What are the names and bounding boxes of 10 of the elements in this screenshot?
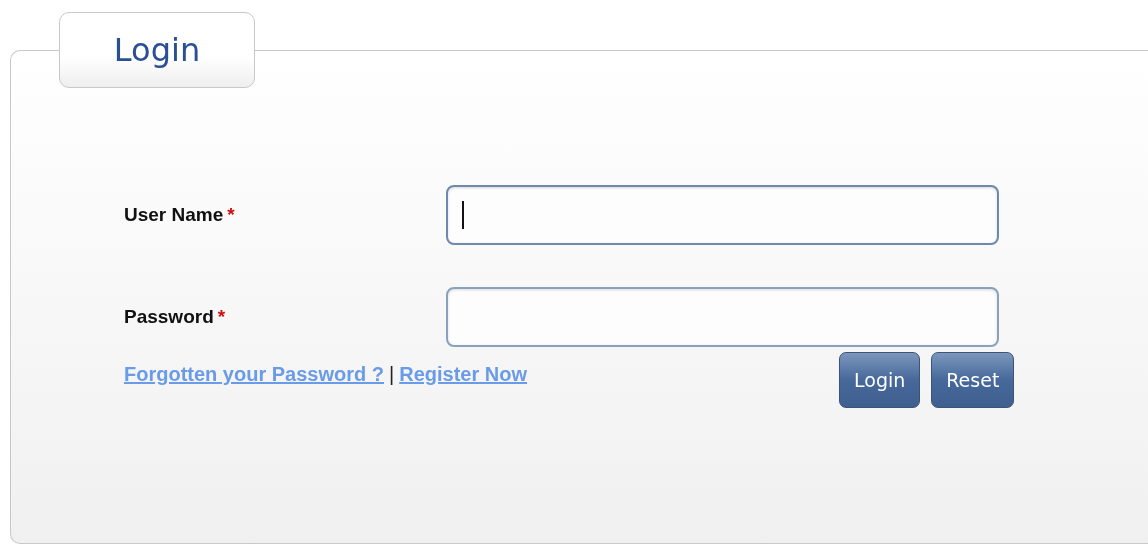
field-label: Password [124, 306, 214, 328]
username-field[interactable] [446, 185, 999, 245]
reset-button[interactable]: Reset [931, 352, 1015, 408]
required-mark: * [217, 306, 226, 328]
login-button[interactable]: Login [839, 352, 921, 408]
link-separator: | [389, 363, 395, 386]
field-label: User Name [124, 204, 224, 226]
password-field[interactable] [446, 287, 999, 347]
panel-title: Login [59, 12, 255, 88]
required-mark: * [227, 204, 235, 226]
